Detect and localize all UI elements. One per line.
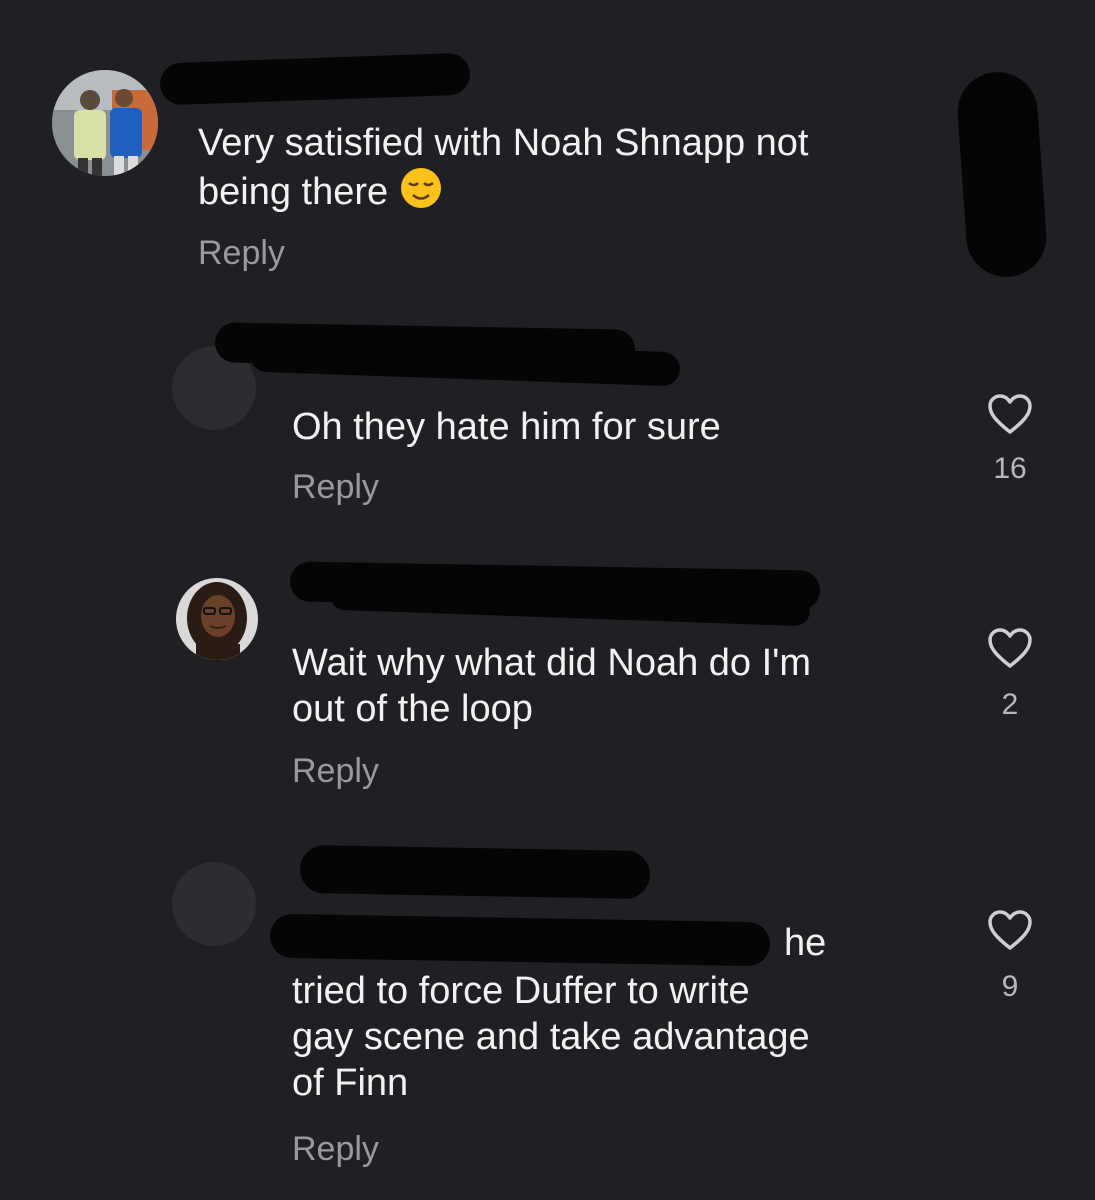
comment-text: tried to force Duffer to write gay scene… [292,970,810,1104]
reply-button[interactable]: Reply [198,234,285,273]
relieved-face-icon [399,166,443,221]
reply-button[interactable]: Reply [292,468,379,507]
like-count: 9 [1001,970,1019,1003]
comment-text: Wait why what did Noah do I'm out of the… [292,642,812,730]
redacted-username [159,52,471,106]
comment-partial-line: he [784,922,827,964]
comment-text: Very satisfied with Noah Shnapp not bein… [198,120,809,221]
like-count: 16 [993,452,1027,485]
redacted-text [269,913,771,967]
reply-button[interactable]: Reply [292,1130,379,1169]
avatar-photo [52,70,158,176]
avatar[interactable] [172,862,256,946]
heart-icon[interactable] [986,392,1034,436]
avatar[interactable] [52,70,158,176]
heart-icon[interactable] [986,908,1034,952]
reply-button[interactable]: Reply [292,752,379,791]
redacted-username [299,844,651,900]
avatar[interactable] [176,578,258,660]
avatar-photo [176,578,258,660]
heart-icon[interactable] [986,626,1034,670]
comment-text: Oh they hate him for sure [292,406,721,448]
like-count: 2 [1001,688,1019,721]
redacted-area [954,69,1050,280]
